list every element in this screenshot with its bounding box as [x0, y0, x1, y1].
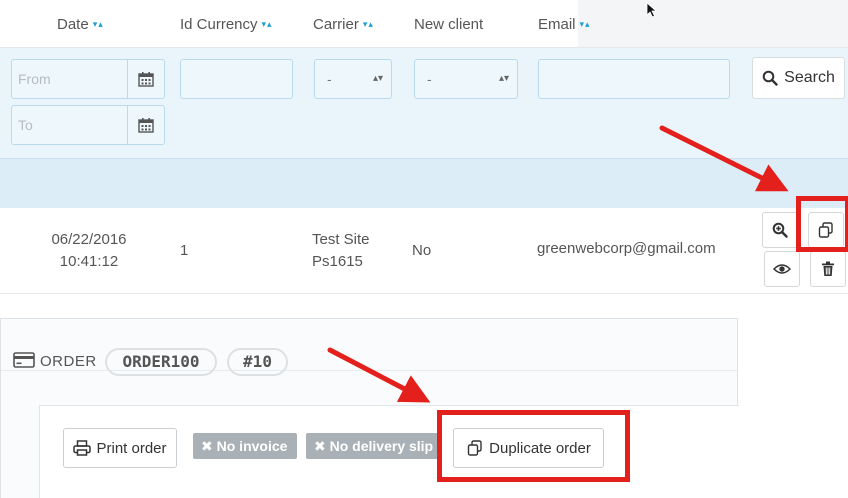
- calendar-icon: [138, 72, 154, 87]
- no-invoice-badge: ✖ No invoice: [193, 433, 297, 459]
- row-new-client: No: [412, 242, 432, 259]
- row-date: 06/22/2016 10:41:12: [51, 231, 127, 270]
- date-to-calendar-button[interactable]: [127, 105, 165, 145]
- column-header-row: Date ▾▴ Id Currency ▾▴ Carrier ▾▴ New clien…: [0, 0, 848, 48]
- table-row[interactable]: 06/22/2016 10:41:12 1 Test Site Ps1615 N…: [0, 208, 848, 294]
- sort-arrows-icon[interactable]: ▾▴: [580, 19, 591, 30]
- trash-icon: [822, 261, 834, 276]
- print-order-label: Print order: [96, 439, 167, 457]
- row-carrier: Test Site Ps1615: [312, 231, 370, 270]
- delete-order-button[interactable]: [810, 251, 846, 287]
- close-icon: ✖: [201, 438, 213, 454]
- order-label: ORDER: [40, 353, 97, 370]
- email-filter-input[interactable]: [538, 59, 730, 99]
- search-button-label: Search: [784, 69, 835, 86]
- date-from-input[interactable]: From: [11, 59, 128, 99]
- printer-icon: [73, 440, 92, 456]
- date-to-input[interactable]: To: [11, 105, 128, 145]
- order-detail-panel: [0, 318, 739, 498]
- duplicate-order-button[interactable]: Duplicate order: [453, 428, 604, 468]
- id-currency-filter-input[interactable]: [180, 59, 293, 99]
- carrier-filter-select[interactable]: - ▴▾: [314, 59, 392, 99]
- duplicate-order-row-button[interactable]: [808, 212, 844, 248]
- column-header-new-client[interactable]: New client: [414, 16, 483, 33]
- select-arrows-icon: ▴▾: [498, 73, 509, 84]
- sort-arrows-icon[interactable]: ▾▴: [363, 19, 374, 30]
- column-header-email[interactable]: Email ▾▴: [538, 16, 591, 33]
- row-email: greenwebcorp@gmail.com: [537, 240, 716, 257]
- sort-arrows-icon[interactable]: ▾▴: [93, 19, 104, 30]
- mouse-cursor-icon: [646, 2, 658, 18]
- eye-icon: [773, 264, 791, 274]
- new-client-filter-select[interactable]: - ▴▾: [414, 59, 518, 99]
- column-header-date[interactable]: Date ▾▴: [57, 16, 104, 33]
- filter-row-lower: [0, 158, 848, 208]
- view-order-button[interactable]: [762, 212, 798, 248]
- close-icon: ✖: [314, 438, 326, 454]
- column-header-id-currency[interactable]: Id Currency ▾▴: [180, 16, 273, 33]
- duplicate-order-label: Duplicate order: [489, 439, 591, 457]
- duplicate-icon: [467, 440, 482, 456]
- search-button[interactable]: Search: [752, 57, 845, 99]
- calendar-icon: [138, 118, 154, 133]
- zoom-in-icon: [772, 222, 788, 238]
- duplicate-icon: [818, 222, 833, 238]
- order-id-badge: #10: [227, 348, 288, 376]
- column-header-carrier[interactable]: Carrier ▾▴: [313, 16, 374, 33]
- search-icon: [762, 70, 778, 86]
- no-delivery-slip-badge: ✖ No delivery slip: [306, 433, 440, 459]
- print-order-button[interactable]: Print order: [63, 428, 177, 468]
- order-reference-badge: ORDER100: [105, 348, 217, 376]
- header-shade: [578, 0, 848, 47]
- credit-card-icon: [13, 352, 35, 368]
- orders-list-panel: Date ▾▴ Id Currency ▾▴ Carrier ▾▴ New clien…: [0, 0, 848, 296]
- row-id-currency: 1: [180, 242, 189, 259]
- select-arrows-icon: ▴▾: [372, 73, 383, 84]
- sort-arrows-icon[interactable]: ▾▴: [262, 19, 273, 30]
- preview-order-button[interactable]: [764, 251, 800, 287]
- date-from-calendar-button[interactable]: [127, 59, 165, 99]
